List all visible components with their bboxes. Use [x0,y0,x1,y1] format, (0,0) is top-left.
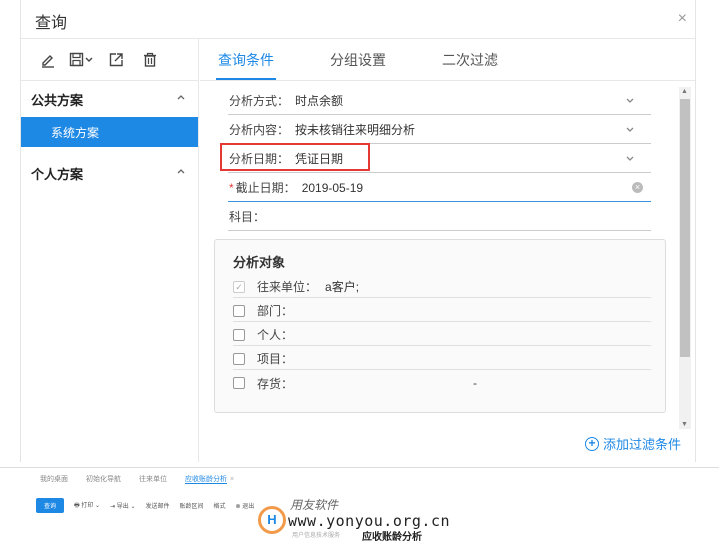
checkbox[interactable] [233,352,245,365]
add-circle-icon: + [584,436,599,451]
add-filter-label: 添加过滤条件 [602,437,681,452]
checkbox[interactable]: ✓ [233,280,245,293]
object-label: 往来单位： [257,280,318,294]
bottom-tab[interactable]: 往来单位 [139,474,167,484]
scroll-up-icon[interactable]: ▲ [681,88,688,95]
bottom-tab[interactable]: 初始化导航 [86,474,121,484]
scheme-panel: 公共方案 系统方案 个人方案 [21,39,199,462]
format-button[interactable]: 格式 [214,501,226,510]
watermark-logo: H [258,506,286,534]
bottom-tab-active-wrap[interactable]: 应收账龄分析 × [185,474,234,484]
analysis-method-label: 分析方式： [229,94,290,108]
age-range-button[interactable]: 账龄区间 [180,501,204,510]
condition-panel: 查询条件 分组设置 二次过滤 分析方式： 时点余额 分析内容： 按未核销往来明细… [200,39,695,462]
delete-icon[interactable] [133,48,167,72]
cutoff-date-value: 2019-05-19 [301,180,364,195]
page-title: 应收账龄分析 [362,532,422,543]
object-row-inventory[interactable]: 存货： - [233,372,651,394]
analysis-object-title: 分析对象 [233,255,286,270]
bottom-tab-bar: 我的桌面 初始化导航 往来单位 应收账龄分析 × [40,474,234,484]
add-filter-button[interactable]: + 添加过滤条件 [584,434,681,453]
object-label: 个人： [257,328,294,342]
scrollbar-thumb[interactable] [680,99,690,357]
subject-label: 科目： [229,210,266,224]
clear-icon[interactable]: × [632,182,643,193]
bottom-tab[interactable]: 我的桌面 [40,474,68,484]
exit-label: 退出 [242,504,255,510]
object-row-project[interactable]: 项目： [233,348,651,370]
checkbox[interactable] [233,377,245,389]
background-app-strip: 我的桌面 初始化导航 往来单位 应收账龄分析 × 查询 🖶 打印 ⌄ ⇥ 导出 ⌄… [0,467,719,543]
exit-button[interactable]: ⊗ 退出 [236,501,255,510]
analysis-method-select[interactable]: 分析方式： 时点余额 [228,87,651,115]
chevron-up-icon[interactable] [176,167,186,175]
public-scheme-group[interactable]: 公共方案 [21,81,198,117]
system-scheme-item[interactable]: 系统方案 [21,117,198,147]
checkbox[interactable] [233,328,245,341]
chevron-down-icon [626,98,634,103]
chevron-down-icon [626,156,634,161]
analysis-object-panel: 分析对象 ✓ 往来单位： a客户; 部门： 个人： 项目： 存货： - [214,239,666,413]
scroll-down-icon[interactable]: ▼ [681,421,688,428]
personal-scheme-label: 个人方案 [31,166,84,182]
save-icon[interactable] [65,48,99,72]
chevron-up-icon[interactable] [176,93,186,101]
format-label: 格式 [213,504,226,510]
watermark-subtext: 用户信息技术服务 [292,533,341,539]
analysis-date-select[interactable]: 分析日期： 凭证日期 [228,145,651,173]
query-button[interactable]: 查询 [36,498,65,513]
object-value: a客户; [325,280,360,294]
print-button[interactable]: 🖶 打印 ⌄ [74,500,100,511]
object-row-department[interactable]: 部门： [233,300,651,322]
analysis-date-value: 凭证日期 [295,152,344,166]
required-mark: * [229,180,234,195]
bottom-tab-active[interactable]: 应收账龄分析 [185,476,227,484]
public-scheme-label: 公共方案 [31,92,84,108]
analysis-method-value: 时点余额 [295,94,344,108]
edit-icon[interactable] [31,48,65,72]
object-row-person[interactable]: 个人： [233,324,651,346]
close-icon[interactable]: × [678,10,687,28]
object-label: 部门： [257,304,294,318]
watermark-text: 用友软件 [290,498,339,512]
export-icon[interactable] [99,48,133,72]
cutoff-date-field[interactable]: * 截止日期： 2019-05-19 × [228,174,651,202]
export-button[interactable]: ⇥ 导出 ⌄ [110,501,135,510]
analysis-date-label: 分析日期： [229,152,290,166]
send-email-button[interactable]: 发送邮件 [146,501,170,510]
tab-bar: 查询条件 分组设置 二次过滤 [200,39,695,81]
close-icon[interactable]: × [230,476,234,483]
age-range-label: 账龄区间 [179,504,204,510]
query-dialog: 查询 × 公共方案 系统方案 个人方案 查询条件 分组设置 二次过滤 分析方式：… [20,0,696,462]
system-scheme-label: 系统方案 [51,125,100,140]
query-form: 分析方式： 时点余额 分析内容： 按未核销往来明细分析 分析日期： 凭证日期 *… [220,87,651,232]
analysis-content-label: 分析内容： [229,123,290,137]
object-extra: - [473,376,477,390]
export-label: 导出 [116,504,129,510]
analysis-content-value: 按未核销往来明细分析 [295,123,416,137]
dialog-title: 查询 [35,15,68,32]
tab-query-conditions[interactable]: 查询条件 [216,50,276,80]
object-label: 存货： [257,376,294,391]
object-label: 项目： [257,352,294,366]
send-email-label: 发送邮件 [145,504,170,510]
tab-secondary-filter[interactable]: 二次过滤 [440,50,500,80]
analysis-content-select[interactable]: 分析内容： 按未核销往来明细分析 [228,116,651,144]
personal-scheme-group[interactable]: 个人方案 [21,155,198,191]
bottom-toolbar: 查询 🖶 打印 ⌄ ⇥ 导出 ⌄ 发送邮件 账龄区间 格式 ⊗ 退出 [36,498,254,513]
tab-group-settings[interactable]: 分组设置 [328,50,388,80]
subject-field[interactable]: 科目： [228,203,651,231]
scheme-toolbar [21,39,198,81]
chevron-down-icon [626,127,634,132]
object-row-counterparty[interactable]: ✓ 往来单位： a客户; [233,276,651,298]
scrollbar[interactable]: ▲ ▼ [679,87,691,429]
cutoff-date-label: 截止日期： [235,181,296,195]
checkbox[interactable] [233,304,245,317]
print-label: 打印 [81,503,94,509]
